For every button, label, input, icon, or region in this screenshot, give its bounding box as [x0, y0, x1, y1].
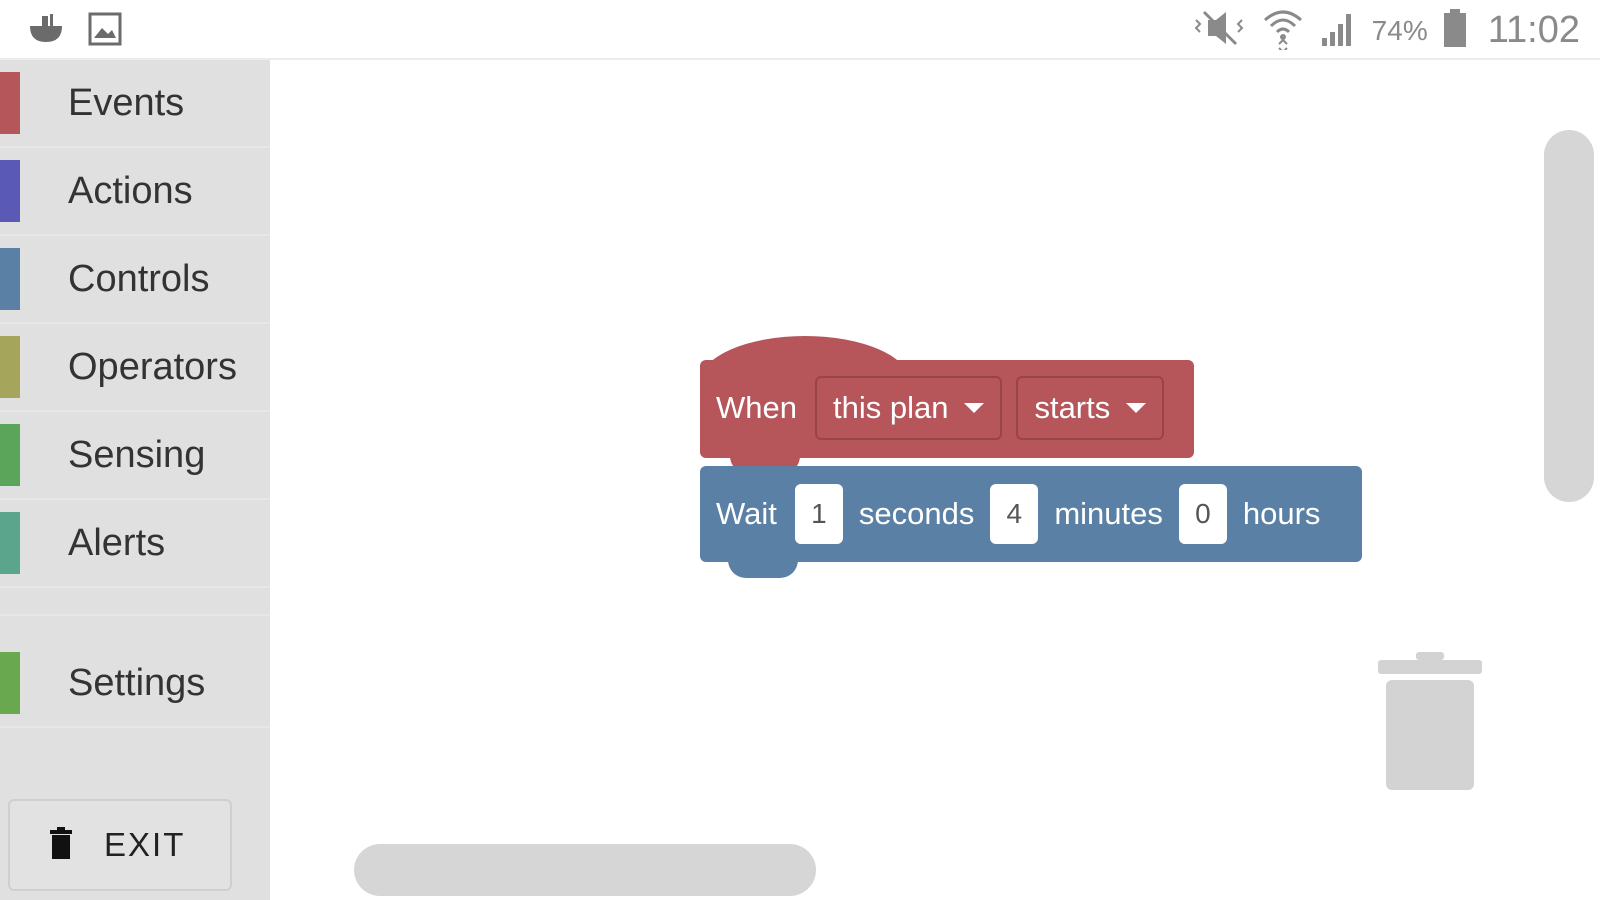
- minutes-label: minutes: [1054, 496, 1163, 531]
- category-label: Settings: [68, 661, 206, 704]
- wifi-icon: [1262, 6, 1304, 55]
- category-label: Operators: [68, 345, 237, 388]
- clock: 11:02: [1487, 9, 1580, 51]
- category-events[interactable]: Events: [0, 60, 270, 148]
- category-color-swatch: [0, 248, 20, 310]
- category-label: Sensing: [68, 433, 206, 476]
- vertical-scrollbar[interactable]: [1544, 130, 1594, 502]
- horizontal-scrollbar[interactable]: [354, 844, 816, 896]
- category-sensing[interactable]: Sensing: [0, 412, 270, 500]
- wait-block-notch: [728, 556, 798, 578]
- exit-button[interactable]: EXIT: [8, 799, 232, 891]
- wait-block-row: Wait 1 seconds 4 minutes 0 hours: [716, 484, 1320, 544]
- mute-vibrate-icon: [1190, 8, 1248, 53]
- when-block-row: When this plan starts: [716, 376, 1165, 440]
- minutes-input[interactable]: 4: [990, 484, 1039, 544]
- chevron-down-icon: [964, 403, 985, 413]
- category-color-swatch: [0, 336, 20, 398]
- category-label: Controls: [68, 257, 210, 300]
- category-color-swatch: [0, 652, 20, 714]
- category-color-swatch: [0, 512, 20, 574]
- block-workspace[interactable]: When this plan starts Wait 1 seconds 4 m…: [270, 60, 1600, 900]
- category-color-swatch: [0, 160, 20, 222]
- category-actions[interactable]: Actions: [0, 148, 270, 236]
- category-label: Actions: [68, 169, 193, 212]
- notification-app-icon: [26, 12, 66, 51]
- trigger-dropdown[interactable]: starts: [1016, 376, 1165, 440]
- seconds-input[interactable]: 1: [794, 484, 843, 544]
- image-icon: [88, 12, 122, 51]
- trash-icon: [48, 826, 74, 864]
- category-color-swatch: [0, 72, 20, 134]
- chevron-down-icon: [1126, 403, 1147, 413]
- category-sidebar: Events Actions Controls Operators Sensin…: [0, 60, 270, 900]
- plan-dropdown-value: this plan: [832, 390, 949, 425]
- category-operators[interactable]: Operators: [0, 324, 270, 412]
- trashcan-icon[interactable]: [1376, 652, 1484, 797]
- hours-label: hours: [1242, 496, 1321, 531]
- trigger-dropdown-value: starts: [1034, 390, 1111, 425]
- when-label: When: [716, 390, 797, 425]
- category-label: Alerts: [68, 521, 166, 564]
- category-label: Events: [68, 81, 185, 124]
- category-divider: [0, 588, 270, 616]
- plan-dropdown[interactable]: this plan: [814, 376, 1003, 440]
- exit-label: EXIT: [104, 826, 186, 863]
- status-bar: 74% 11:02: [0, 0, 1600, 60]
- category-color-swatch: [0, 424, 20, 486]
- category-settings[interactable]: Settings: [0, 640, 270, 728]
- category-controls[interactable]: Controls: [0, 236, 270, 324]
- wait-label: Wait: [716, 496, 777, 531]
- signal-icon: [1318, 8, 1358, 53]
- battery-percent: 74%: [1371, 14, 1428, 46]
- hours-input[interactable]: 0: [1178, 484, 1227, 544]
- category-alerts[interactable]: Alerts: [0, 500, 270, 588]
- seconds-label: seconds: [858, 496, 975, 531]
- battery-icon: [1442, 7, 1468, 54]
